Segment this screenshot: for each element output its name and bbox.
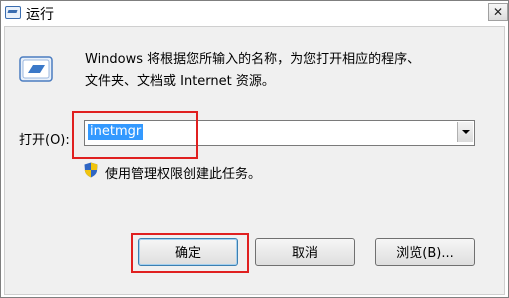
- uac-shield-icon: [84, 162, 98, 178]
- window-title: 运行: [26, 7, 54, 23]
- close-button[interactable]: ✕: [488, 3, 508, 21]
- run-app-icon: [5, 6, 21, 19]
- run-dialog: 运行 ✕ Windows 将根据您所输入的名称，为您打开相应的程序、 文件夹、文…: [0, 0, 509, 298]
- open-combobox[interactable]: inetmgr: [84, 120, 475, 146]
- title-bar[interactable]: 运行 ✕: [1, 1, 508, 25]
- open-input[interactable]: inetmgr: [88, 124, 144, 140]
- chevron-down-icon[interactable]: [457, 122, 473, 142]
- description-text: Windows 将根据您所输入的名称，为您打开相应的程序、 文件夹、文档或 In…: [85, 49, 495, 93]
- ok-button[interactable]: 确定: [138, 238, 238, 266]
- open-label: 打开(O):: [19, 133, 70, 148]
- description-line-1: Windows 将根据您所输入的名称，为您打开相应的程序、: [85, 52, 421, 67]
- browse-button[interactable]: 浏览(B)...: [375, 238, 475, 266]
- dialog-body: Windows 将根据您所输入的名称，为您打开相应的程序、 文件夹、文档或 In…: [4, 26, 505, 295]
- cancel-button[interactable]: 取消: [255, 238, 355, 266]
- admin-privilege-note: 使用管理权限创建此任务。: [105, 167, 262, 182]
- description-line-2: 文件夹、文档或 Internet 资源。: [85, 74, 275, 89]
- run-app-icon: [19, 56, 53, 82]
